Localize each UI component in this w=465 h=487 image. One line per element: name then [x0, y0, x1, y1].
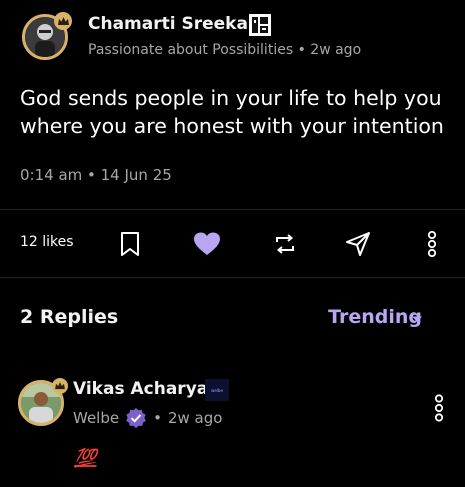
send-icon[interactable] — [344, 230, 372, 258]
likes-count[interactable]: 12 likes — [20, 234, 74, 250]
verified-badge-icon — [126, 408, 146, 428]
post-detail-screen: Chamarti Sreekar Passionate about Possib… — [0, 0, 465, 487]
post-header: Chamarti Sreekar Passionate about Possib… — [22, 12, 455, 64]
author-community-badge-icon[interactable] — [249, 14, 271, 36]
separator-dot: • — [297, 42, 306, 58]
post-text: God sends people in your life to help yo… — [20, 86, 444, 138]
post-age: 2w ago — [310, 42, 362, 58]
repost-icon[interactable] — [271, 230, 299, 258]
post-timestamp: 0:14 am • 14 Jun 25 — [20, 166, 172, 184]
reply-author-name[interactable]: Vikas Acharya — [73, 379, 208, 399]
reply-community[interactable]: Welbe — [73, 409, 119, 427]
reply-author-avatar[interactable] — [18, 378, 68, 430]
divider — [0, 209, 465, 210]
chevron-down-icon[interactable] — [411, 315, 423, 323]
reply-item: Vikas Acharya welbe Welbe • 2w ago 💯 — [14, 376, 454, 476]
more-vertical-icon[interactable] — [432, 394, 446, 422]
separator-dot: • — [153, 409, 162, 427]
crown-icon — [54, 12, 72, 30]
sort-dropdown[interactable]: Trending — [328, 306, 422, 328]
crown-icon — [52, 378, 68, 394]
heart-icon[interactable] — [193, 230, 221, 258]
author-tagline: Passionate about Possibilities — [88, 42, 294, 58]
reply-text: 💯 — [74, 448, 97, 469]
bookmark-icon[interactable] — [116, 230, 144, 258]
reply-subtitle: Welbe • 2w ago — [73, 407, 222, 429]
reply-age: 2w ago — [167, 409, 223, 427]
welbe-badge-icon[interactable]: welbe — [205, 379, 229, 401]
author-subtitle: Passionate about Possibilities • 2w ago — [88, 42, 361, 58]
author-name[interactable]: Chamarti Sreekar — [88, 14, 256, 34]
replies-title: 2 Replies — [20, 306, 119, 328]
more-vertical-icon[interactable] — [418, 230, 446, 258]
divider — [0, 277, 465, 278]
author-avatar[interactable] — [22, 12, 72, 64]
